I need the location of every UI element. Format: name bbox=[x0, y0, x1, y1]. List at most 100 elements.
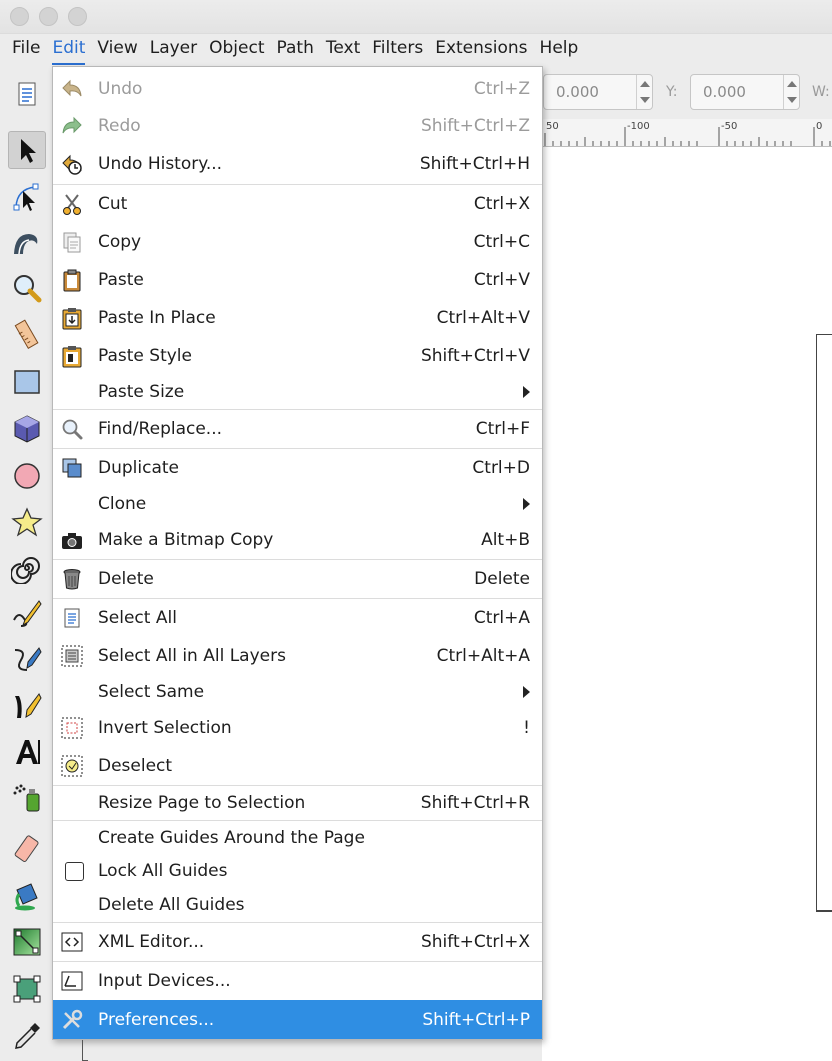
3d-box-tool-icon[interactable] bbox=[8, 410, 46, 448]
gradient-tool-icon[interactable] bbox=[8, 923, 46, 961]
menu-item-label: Invert Selection bbox=[98, 717, 232, 738]
menu-item-label: Create Guides Around the Page bbox=[98, 827, 365, 848]
document-icon[interactable] bbox=[8, 75, 46, 113]
menu-extensions[interactable]: Extensions bbox=[423, 34, 527, 65]
paste-in-place-icon bbox=[59, 305, 85, 331]
menu-path[interactable]: Path bbox=[265, 34, 314, 65]
menu-layer[interactable]: Layer bbox=[138, 34, 197, 65]
input-devices-icon bbox=[59, 968, 85, 994]
menu-item-label: Delete bbox=[98, 568, 154, 589]
menu-file[interactable]: File bbox=[0, 34, 40, 65]
ruler-label: 50 bbox=[546, 121, 559, 132]
redo-icon bbox=[59, 113, 85, 139]
menu-item-find-replace[interactable]: Find/Replace... Ctrl+F bbox=[53, 410, 542, 447]
menu-item-cut[interactable]: Cut Ctrl+X bbox=[53, 185, 542, 222]
spray-tool-icon[interactable] bbox=[8, 779, 46, 817]
submenu-arrow-icon bbox=[523, 498, 530, 510]
menu-bar: File Edit View Layer Object Path Text Fi… bbox=[0, 34, 832, 65]
menu-item-copy[interactable]: Copy Ctrl+C bbox=[53, 223, 542, 260]
lock-guides-checkbox[interactable] bbox=[65, 861, 84, 881]
tool-controls-bar: 0.000 Y: 0.000 W: bbox=[542, 65, 832, 119]
menu-item-create-guides[interactable]: Create Guides Around the Page bbox=[53, 821, 542, 854]
minimize-window-button[interactable] bbox=[39, 7, 58, 26]
calligraphy-tool-icon[interactable] bbox=[8, 687, 46, 725]
close-window-button[interactable] bbox=[10, 7, 29, 26]
menu-item-preferences[interactable]: Preferences... Shift+Ctrl+P bbox=[53, 1000, 542, 1039]
copy-icon bbox=[59, 229, 85, 255]
eraser-tool-icon[interactable] bbox=[8, 830, 46, 868]
undo-icon bbox=[59, 76, 85, 102]
ruler-label: -50 bbox=[721, 121, 738, 132]
y-spin-arrows[interactable] bbox=[783, 75, 799, 109]
menu-item-undo-history[interactable]: Undo History... Shift+Ctrl+H bbox=[53, 145, 542, 182]
menu-edit[interactable]: Edit bbox=[52, 34, 86, 65]
menu-item-resize-page[interactable]: Resize Page to Selection Shift+Ctrl+R bbox=[53, 786, 542, 820]
menu-item-shortcut: Ctrl+X bbox=[473, 193, 530, 214]
paste-style-icon bbox=[59, 343, 85, 369]
menu-item-paste-style[interactable]: Paste Style Shift+Ctrl+V bbox=[53, 337, 542, 374]
menu-help[interactable]: Help bbox=[528, 34, 579, 65]
selector-tool-icon[interactable] bbox=[8, 131, 46, 169]
pen-tool-icon[interactable] bbox=[8, 641, 46, 679]
tweak-tool-icon[interactable] bbox=[8, 223, 46, 261]
horizontal-ruler[interactable]: 50 -100 -50 0 bbox=[542, 119, 832, 147]
menu-item-shortcut: Ctrl+Alt+V bbox=[436, 307, 530, 328]
dropper-tool-icon[interactable] bbox=[8, 1017, 46, 1055]
menu-item-lock-guides[interactable]: Lock All Guides bbox=[53, 854, 542, 888]
menu-view[interactable]: View bbox=[85, 34, 137, 65]
mesh-tool-icon[interactable] bbox=[8, 970, 46, 1008]
menu-item-label: Undo bbox=[98, 79, 143, 99]
menu-item-label: Paste bbox=[98, 269, 144, 290]
x-spin-arrows[interactable] bbox=[636, 75, 652, 109]
measure-tool-icon[interactable] bbox=[8, 315, 46, 353]
menu-item-input-devices[interactable]: Input Devices... bbox=[53, 962, 542, 999]
rectangle-tool-icon[interactable] bbox=[8, 363, 46, 401]
node-tool-icon[interactable] bbox=[8, 178, 46, 216]
menu-item-paste-size[interactable]: Paste Size bbox=[53, 375, 542, 409]
drawing-canvas[interactable] bbox=[542, 147, 832, 1061]
camera-icon bbox=[59, 527, 85, 553]
menu-item-label: Copy bbox=[98, 231, 142, 252]
menu-item-shortcut: Shift+Ctrl+V bbox=[420, 345, 530, 366]
undo-history-icon bbox=[59, 151, 85, 177]
menu-item-paste[interactable]: Paste Ctrl+V bbox=[53, 261, 542, 298]
menu-item-bitmap-copy[interactable]: Make a Bitmap Copy Alt+B bbox=[53, 521, 542, 558]
menu-filters[interactable]: Filters bbox=[360, 34, 423, 65]
menu-text[interactable]: Text bbox=[314, 34, 360, 65]
menu-item-select-all-layers[interactable]: Select All in All Layers Ctrl+Alt+A bbox=[53, 637, 542, 674]
bucket-tool-icon[interactable] bbox=[8, 877, 46, 915]
menu-item-duplicate[interactable]: Duplicate Ctrl+D bbox=[53, 449, 542, 486]
spiral-tool-icon[interactable] bbox=[8, 549, 46, 587]
menu-item-label: Select All bbox=[98, 607, 177, 628]
x-coordinate-field[interactable]: 0.000 bbox=[543, 74, 653, 110]
submenu-arrow-icon bbox=[523, 686, 530, 698]
menu-item-xml-editor[interactable]: XML Editor... Shift+Ctrl+X bbox=[53, 923, 542, 961]
menu-item-deselect[interactable]: Deselect bbox=[53, 747, 542, 784]
menu-item-clone[interactable]: Clone bbox=[53, 487, 542, 521]
trash-icon bbox=[59, 566, 85, 592]
menu-item-undo[interactable]: Undo Ctrl+Z bbox=[53, 71, 542, 107]
clipboard-icon bbox=[59, 267, 85, 293]
menu-item-shortcut: Ctrl+V bbox=[473, 269, 530, 290]
star-tool-icon[interactable] bbox=[8, 503, 46, 541]
text-tool-icon[interactable] bbox=[8, 733, 46, 771]
menu-item-redo[interactable]: Redo Shift+Ctrl+Z bbox=[53, 108, 542, 144]
xml-editor-icon bbox=[59, 929, 85, 955]
menu-item-paste-in-place[interactable]: Paste In Place Ctrl+Alt+V bbox=[53, 299, 542, 336]
menu-item-label: Input Devices... bbox=[98, 970, 231, 991]
menu-item-label: Deselect bbox=[98, 755, 173, 776]
zoom-tool-icon[interactable] bbox=[8, 269, 46, 307]
select-all-icon bbox=[59, 605, 85, 631]
menu-item-delete-guides[interactable]: Delete All Guides bbox=[53, 888, 542, 922]
pencil-tool-icon[interactable] bbox=[8, 595, 46, 633]
menu-item-select-same[interactable]: Select Same bbox=[53, 675, 542, 709]
menu-item-invert-selection[interactable]: Invert Selection ! bbox=[53, 709, 542, 746]
menu-item-label: Resize Page to Selection bbox=[98, 793, 306, 813]
menu-object[interactable]: Object bbox=[197, 34, 264, 65]
menu-item-shortcut: Ctrl+C bbox=[473, 231, 530, 252]
menu-item-select-all[interactable]: Select All Ctrl+A bbox=[53, 599, 542, 636]
y-coordinate-field[interactable]: 0.000 bbox=[690, 74, 800, 110]
zoom-window-button[interactable] bbox=[68, 7, 87, 26]
menu-item-delete[interactable]: Delete Delete bbox=[53, 560, 542, 597]
ellipse-tool-icon[interactable] bbox=[8, 457, 46, 495]
